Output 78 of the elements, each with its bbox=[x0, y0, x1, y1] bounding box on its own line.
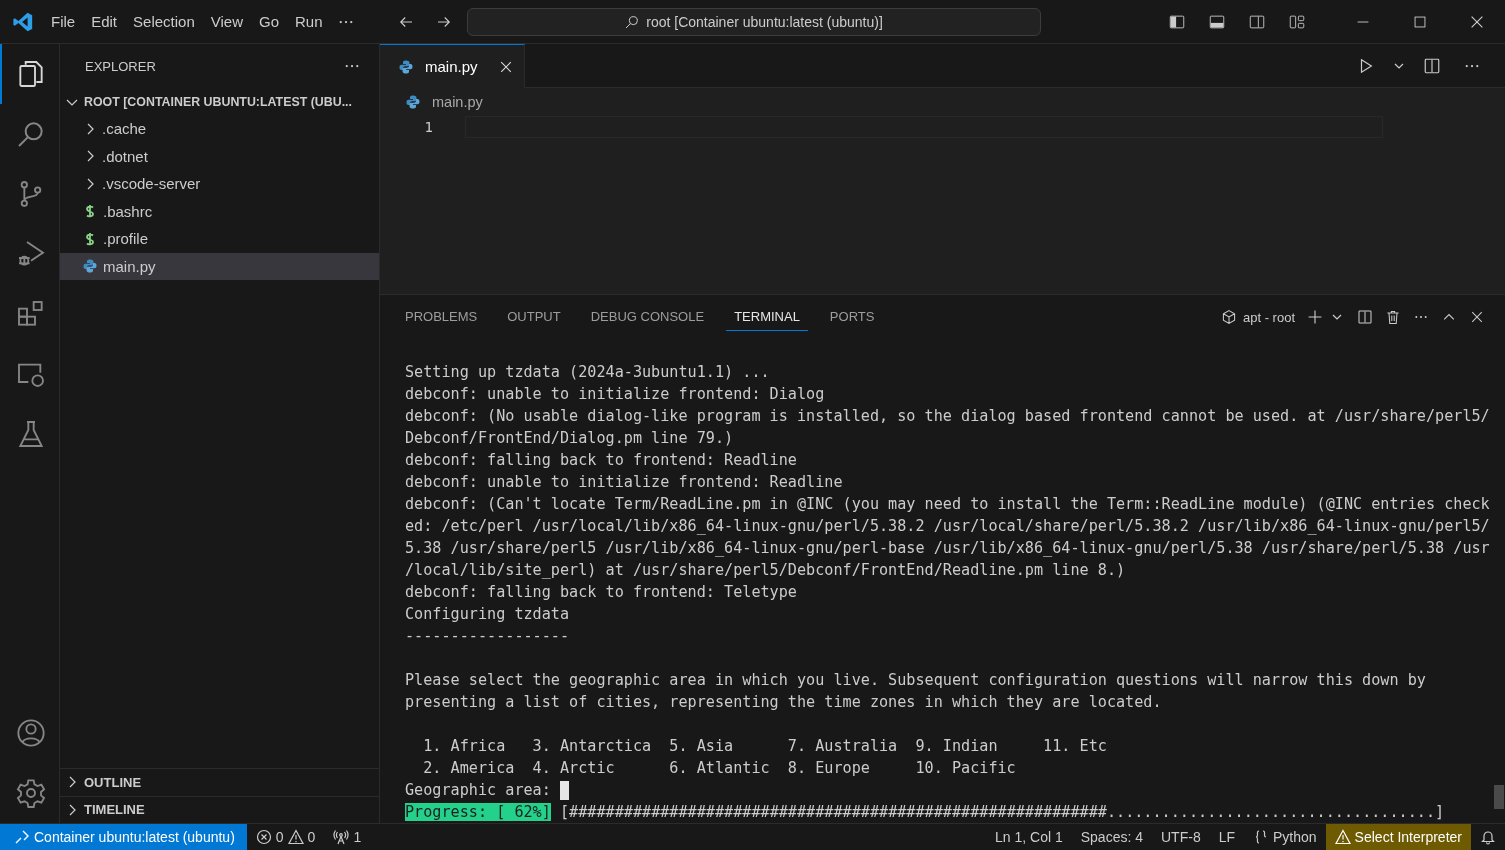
panel-tab[interactable]: TERMINAL bbox=[726, 303, 808, 331]
error-icon bbox=[255, 829, 272, 845]
python-icon bbox=[405, 94, 421, 110]
terminal-line: Setting up tzdata (2024a-3ubuntu1.1) ... bbox=[405, 362, 771, 383]
terminal-line: Debconf/FrontEnd/Dialog.pm line 79.) bbox=[405, 428, 735, 449]
progress-label: Progress: [ 62%] bbox=[405, 803, 551, 821]
close-panel-icon[interactable] bbox=[1469, 309, 1485, 325]
terminal-line: debconf: falling back to frontend: Readline bbox=[405, 450, 798, 471]
split-editor-icon[interactable] bbox=[1423, 56, 1441, 75]
terminal-line: Please select the geographic area in which you live. Subsequent configuration questions will narrow this down by bbox=[405, 670, 1427, 691]
menu-item[interactable]: File bbox=[43, 9, 84, 34]
sidebar-title: EXPLORER bbox=[85, 58, 156, 74]
terminal-line: 1. Africa 3. Antarctica 5. Asia 7. Australia 9. Indian 11. Etc bbox=[422, 736, 1108, 757]
trash-icon[interactable] bbox=[1385, 309, 1401, 325]
warning-icon bbox=[287, 829, 304, 845]
terminal-line: 2. America 4. Arctic 6. Atlantic 8. Europe 10. Pacific bbox=[422, 758, 1017, 779]
python-icon bbox=[398, 58, 414, 75]
terminal-cursor bbox=[559, 781, 569, 800]
terminal-line: debconf: falling back to frontend: Teletype bbox=[405, 582, 798, 603]
split-terminal-icon[interactable] bbox=[1357, 309, 1373, 325]
line-number: 1 bbox=[423, 119, 434, 135]
panel-tab[interactable]: PROBLEMS bbox=[397, 303, 486, 331]
status-item[interactable]: Ln 1, Col 1 bbox=[986, 824, 1072, 850]
warning-icon bbox=[1334, 829, 1351, 845]
status-item[interactable]: LF bbox=[1209, 824, 1244, 850]
terminal-line: debconf: (Can't locate Term/ReadLine.pm in @INC (you may need to install the Term::ReadLine module) (@INC entries check bbox=[405, 494, 1491, 515]
remote-connection-icon bbox=[14, 829, 30, 845]
explorer-folder[interactable]: .dotnet bbox=[60, 142, 379, 170]
braces-icon bbox=[1253, 829, 1269, 845]
progress-bar-text: [###########################################################....................................] bbox=[560, 803, 1445, 821]
terminal-box-icon bbox=[1220, 309, 1237, 325]
terminal-line: debconf: unable to initialize frontend: Readline bbox=[405, 472, 844, 493]
panel-tab[interactable]: PORTS bbox=[821, 303, 883, 331]
status-item[interactable]: Spaces: 4 bbox=[1071, 824, 1152, 850]
terminal-line: debconf: (No usable dialog-like program is installed, so the dialog based frontend cannot be used. at /usr/share/perl5/ bbox=[405, 406, 1491, 427]
terminal-line: ed: /etc/perl /usr/local/lib/x86_64-linux-gnu/perl/5.38.2 /usr/local/share/perl/5.38.2 /usr/lib/x86_64-linux-gnu/perl5/ bbox=[405, 516, 1491, 537]
breadcrumb[interactable]: main.py bbox=[380, 88, 1505, 116]
error-count: 0 bbox=[275, 829, 284, 845]
remote-indicator[interactable]: Container ubuntu:latest (ubuntu) bbox=[0, 824, 247, 850]
python-icon bbox=[82, 258, 98, 275]
terminal-line: 5.38 /usr/share/perl5 /usr/lib/x86_64-linux-gnu/perl-base /usr/lib/x86_64-linux-gnu/perl/5.38 /usr/share/perl/5.38 /usr bbox=[405, 538, 1491, 559]
warning-count: 0 bbox=[307, 829, 316, 845]
menu-item[interactable]: Run bbox=[287, 9, 331, 34]
explorer-folder[interactable]: .vscode-server bbox=[60, 170, 379, 198]
ports-indicator[interactable]: 1 bbox=[324, 824, 371, 850]
panel-tab[interactable]: DEBUG CONSOLE bbox=[582, 303, 713, 331]
terminal-line: presenting a list of cities, representing the time zones in which they are located. bbox=[405, 692, 1163, 713]
select-interpreter-button[interactable]: Select Interpreter bbox=[1325, 824, 1471, 850]
section-header[interactable]: TIMELINE bbox=[60, 795, 379, 823]
terminal-name[interactable]: apt - root bbox=[1242, 309, 1295, 325]
terminal-line: debconf: unable to initialize frontend: Dialog bbox=[405, 384, 826, 405]
terminal-line: /local/lib/site_perl) at /usr/share/perl5/Debconf/FrontEnd/Readline.pm line 8.) bbox=[405, 560, 1127, 581]
explorer-folder[interactable]: .cache bbox=[60, 115, 379, 143]
panel-tab[interactable]: OUTPUT bbox=[499, 303, 569, 331]
scrollbar-thumb[interactable] bbox=[1494, 785, 1504, 809]
account-icon bbox=[14, 717, 47, 749]
new-terminal-icon[interactable] bbox=[1307, 309, 1323, 325]
menu-item[interactable]: Selection bbox=[125, 9, 203, 34]
terminal-line: ------------------ bbox=[405, 626, 571, 647]
explorer-file[interactable]: .bashrc bbox=[60, 197, 379, 225]
antenna-icon bbox=[333, 829, 350, 845]
section-header[interactable]: OUTLINE bbox=[60, 768, 379, 796]
explorer-file[interactable]: .profile bbox=[60, 225, 379, 253]
settings-icon bbox=[14, 777, 47, 809]
command-center[interactable]: root [Container ubuntu:latest (ubuntu)] bbox=[466, 7, 1041, 36]
terminal-prompt: Geographic area: bbox=[405, 781, 552, 799]
vscode-logo-icon bbox=[12, 10, 34, 33]
menu-item[interactable]: View bbox=[202, 9, 251, 34]
menu-item[interactable]: Go bbox=[251, 9, 287, 34]
notification-bell-icon[interactable] bbox=[1480, 829, 1496, 845]
language-mode[interactable]: Python bbox=[1244, 824, 1326, 850]
explorer-file[interactable]: main.py bbox=[60, 252, 379, 280]
status-item[interactable]: UTF-8 bbox=[1152, 824, 1210, 850]
explorer-root-header[interactable]: ROOT [CONTAINER UBUNTU:LATEST (UBU... bbox=[60, 88, 379, 115]
editor-tab[interactable]: main.py bbox=[380, 44, 525, 88]
menu-item[interactable]: Edit bbox=[83, 9, 126, 34]
search-icon bbox=[624, 13, 641, 30]
terminal-line: Configuring tzdata bbox=[405, 604, 571, 625]
